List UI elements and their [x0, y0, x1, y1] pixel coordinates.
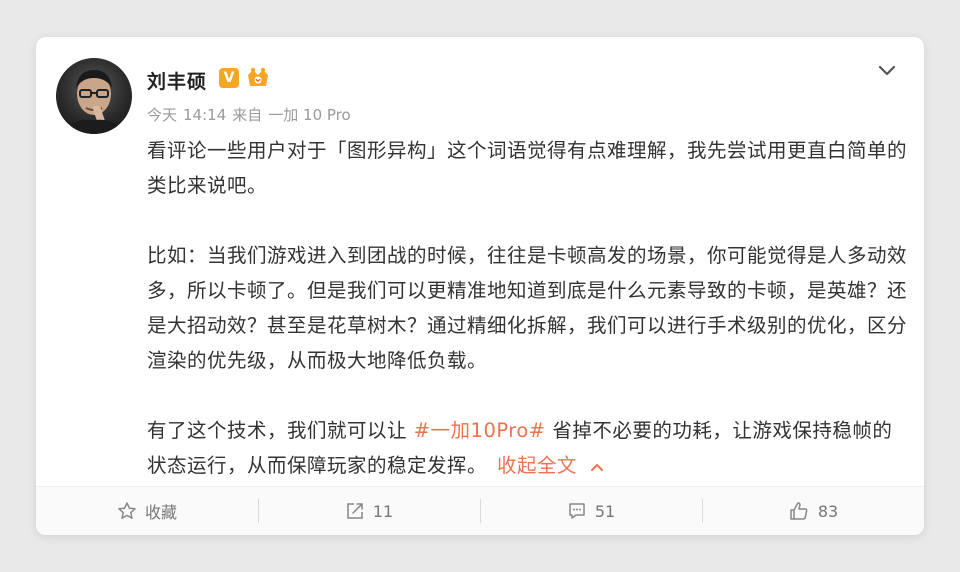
chevron-down-icon[interactable]: [876, 59, 898, 81]
favorite-button[interactable]: 收藏: [36, 487, 258, 535]
comment-icon: [569, 503, 585, 519]
post-source-prefix: 来自: [232, 106, 263, 124]
username[interactable]: 刘丰硕: [147, 67, 207, 94]
repost-button[interactable]: 11: [258, 487, 480, 535]
post-source-device: 一加 10 Pro: [268, 106, 351, 124]
comment-button[interactable]: 51: [480, 487, 702, 535]
post-date: 今天: [147, 106, 178, 124]
like-count: 83: [817, 501, 839, 521]
collapse-text-link[interactable]: 收起全文: [497, 454, 577, 477]
hashtag-link[interactable]: #一加10Pro#: [414, 419, 546, 442]
post-meta: 今天 14:14 来自 一加 10 Pro: [147, 104, 357, 125]
content-paragraph-3: 有了这个技术，我们就可以让 #一加10Pro# 省掉不必要的功耗，让游戏保持稳帧…: [147, 413, 907, 483]
action-bar: 收藏 11 51 83: [36, 486, 924, 535]
repost-icon: [347, 503, 363, 519]
repost-count: 11: [372, 501, 394, 521]
content-paragraph-3-start: 有了这个技术，我们就可以让: [147, 419, 414, 442]
vip-crown-icon[interactable]: [245, 66, 271, 90]
avatar[interactable]: [56, 58, 132, 134]
favorite-label: 收藏: [144, 503, 177, 522]
comment-count: 51: [594, 501, 616, 521]
like-button[interactable]: 83: [702, 487, 924, 535]
chevron-up-icon[interactable]: [589, 461, 605, 473]
content-paragraph-1: 看评论一些用户对于「图形异构」这个词语觉得有点难理解，我先尝试用更直白简单的类比…: [147, 139, 908, 197]
star-icon: [118, 502, 136, 519]
avatar-portrait: [66, 70, 122, 134]
post-content: 看评论一些用户对于「图形异构」这个词语觉得有点难理解，我先尝试用更直白简单的类比…: [147, 133, 907, 483]
post-time[interactable]: 14:14: [183, 106, 226, 124]
content-paragraph-2: 比如：当我们游戏进入到团战的时候，往往是卡顿高发的场景，你可能觉得是人多动效多，…: [147, 244, 908, 372]
verified-badge-icon[interactable]: V: [219, 68, 239, 88]
weibo-post-card: 刘丰硕 V 今天 14:14 来自 一加 10 Pro 看评论一些用户对于「图形异构」…: [36, 37, 924, 535]
thumbs-up-icon: [790, 502, 808, 520]
